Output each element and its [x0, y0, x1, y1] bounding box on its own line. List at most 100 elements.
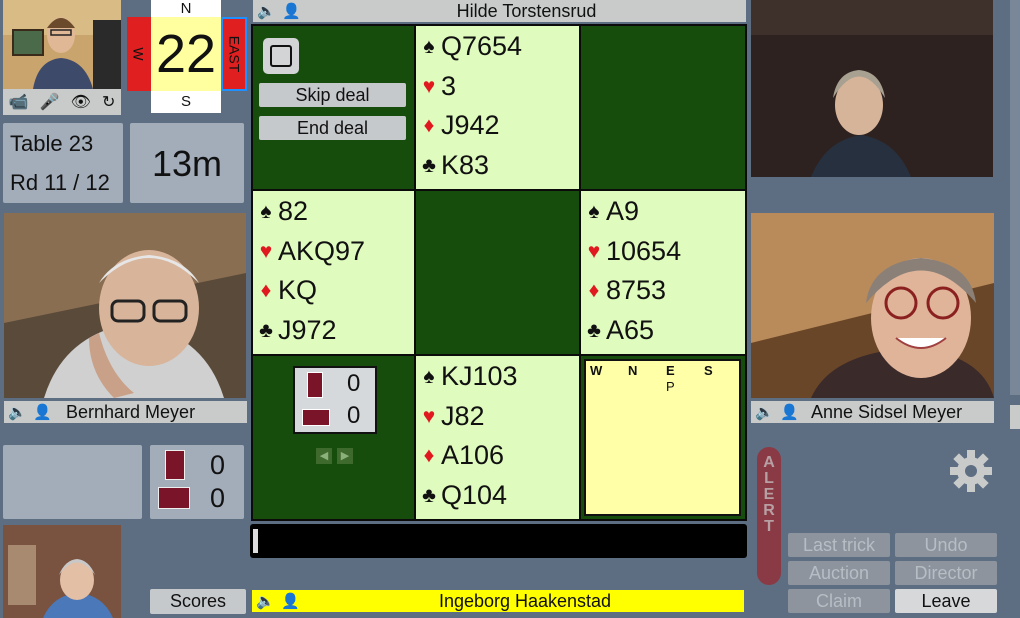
west-diamonds[interactable]: ♦ KQ [256, 271, 414, 311]
next-trick-button[interactable]: ▶ [337, 448, 353, 464]
compass-west: W [127, 17, 151, 91]
alert-label: ALERT [763, 454, 775, 535]
empty-panel [3, 445, 142, 519]
club-icon: ♣ [259, 318, 273, 342]
diamond-icon: ♦ [423, 114, 435, 137]
auction-button[interactable]: Auction [788, 561, 890, 585]
east-hearts[interactable]: ♥ 10654 [584, 232, 745, 272]
trick-count-cell: 0 0 ◀ ▶ [253, 356, 414, 519]
compass-north: N [151, 0, 221, 17]
table-info-panel: Table 23 Rd 11 / 12 [3, 123, 123, 203]
east-player-name: Anne Sidsel Meyer [811, 401, 963, 422]
east-clubs[interactable]: ♣ A65 [584, 311, 745, 351]
speaker-icon[interactable]: 🔈 [8, 403, 30, 421]
heart-icon: ♥ [422, 404, 436, 428]
last-trick-button[interactable]: Last trick [788, 533, 890, 557]
timer: 13m [151, 143, 223, 184]
tricks-ew-count: 0 [210, 483, 226, 513]
leave-button[interactable]: Leave [895, 589, 997, 613]
north-hearts[interactable]: ♥ 3 [419, 67, 579, 107]
camera-icon[interactable]: 📹 [9, 92, 29, 112]
claim-button[interactable]: Claim [788, 589, 890, 613]
heart-icon: ♥ [259, 239, 273, 263]
board-tricks-ew: 0 [347, 402, 361, 429]
table-label: Table 23 [10, 131, 94, 156]
board-tricks-ns: 0 [347, 370, 361, 397]
speaker-icon[interactable]: 🔈 [257, 2, 279, 20]
east-diamonds[interactable]: ♦ 8753 [584, 271, 745, 311]
self-video-image [3, 0, 121, 89]
south-hearts[interactable]: ♥ J82 [419, 397, 579, 437]
timer-panel: 13m [130, 123, 244, 203]
south-player-name: Ingeborg Haakenstad [438, 590, 612, 611]
board-number: 22 [151, 17, 221, 91]
refresh-icon[interactable]: ↻ [102, 92, 115, 112]
alert-button[interactable]: ALERT [757, 447, 781, 585]
tricks-ns-card-icon [307, 372, 323, 398]
bid-header-e: E [666, 363, 675, 378]
add-person-icon[interactable]: 👤 [780, 403, 802, 421]
ne-cell [581, 26, 745, 189]
north-diamonds[interactable]: ♦ J942 [419, 106, 579, 146]
mic-icon[interactable]: 🎤 [40, 92, 60, 112]
north-name-bar: 🔈 👤 Hilde Torstensrud [253, 0, 746, 22]
south-name-bar: 🔈 👤 Ingeborg Haakenstad [252, 590, 744, 612]
compass-south: S [151, 91, 221, 113]
south-clubs[interactable]: ♣ Q104 [419, 476, 579, 516]
compass-east: EAST [221, 17, 247, 91]
prev-trick-button[interactable]: ◀ [316, 448, 332, 464]
right-scroll-thumb[interactable] [1010, 405, 1020, 429]
east-hand: ♠ A9 ♥ 10654 ♦ 8753 ♣ A65 [581, 191, 745, 354]
round-label: Rd 11 / 12 [10, 170, 110, 195]
tricks-ns-count: 0 [210, 450, 226, 480]
skip-deal-button[interactable]: Skip deal [259, 83, 406, 107]
heart-icon: ♥ [587, 239, 601, 263]
eye-icon[interactable]: 👁 [71, 92, 91, 112]
spade-icon: ♠ [260, 200, 272, 223]
south-hand: ♠ KJ103 ♥ J82 ♦ A106 ♣ Q104 [416, 356, 579, 519]
south-spades[interactable]: ♠ KJ103 [419, 357, 579, 397]
chat-input[interactable] [250, 524, 747, 558]
add-person-icon[interactable]: 👤 [33, 403, 55, 421]
compass: N W 22 EAST S [127, 0, 249, 117]
diamond-icon: ♦ [260, 279, 272, 302]
bidding-box: W N E S P [584, 359, 741, 516]
west-name-bar: 🔈 👤 Bernhard Meyer [4, 401, 247, 423]
east-video-image [751, 213, 994, 398]
west-clubs[interactable]: ♣ J972 [256, 311, 414, 351]
club-icon: ♣ [422, 153, 436, 177]
controls-cell: Skip deal End deal [253, 26, 414, 189]
add-person-icon[interactable]: 👤 [281, 592, 303, 610]
west-hearts[interactable]: ♥ AKQ97 [256, 232, 414, 272]
west-spades[interactable]: ♠ 82 [256, 192, 414, 232]
west-video [4, 213, 246, 398]
club-icon: ♣ [422, 483, 436, 507]
bridge-table: Skip deal End deal ♠ Q7654 ♥ 3 ♦ J942 ♣ K83 … [251, 24, 747, 521]
spade-icon: ♠ [423, 365, 435, 388]
tricks-ew-card-icon [158, 487, 190, 509]
south-video-image [3, 525, 121, 618]
right-scrollbar[interactable] [1010, 0, 1020, 395]
north-clubs[interactable]: ♣ K83 [419, 146, 579, 186]
claim-checkbox[interactable] [263, 38, 299, 74]
director-button[interactable]: Director [895, 561, 997, 585]
east-spades[interactable]: ♠ A9 [584, 192, 745, 232]
tricks-ew-card-icon [302, 409, 330, 426]
north-video-image [751, 0, 993, 177]
chat-cursor [253, 529, 258, 553]
end-deal-button[interactable]: End deal [259, 116, 406, 140]
speaker-icon[interactable]: 🔈 [755, 403, 777, 421]
add-person-icon[interactable]: 👤 [282, 2, 304, 20]
speaker-icon[interactable]: 🔈 [256, 592, 278, 610]
club-icon: ♣ [587, 318, 601, 342]
scores-button[interactable]: Scores [150, 589, 246, 614]
undo-button[interactable]: Undo [895, 533, 997, 557]
center-cell [416, 191, 579, 354]
south-video [3, 525, 121, 618]
heart-icon: ♥ [422, 74, 436, 98]
gear-icon[interactable] [948, 448, 994, 494]
bid-header-w: W [590, 363, 603, 378]
south-diamonds[interactable]: ♦ A106 [419, 436, 579, 476]
north-spades[interactable]: ♠ Q7654 [419, 27, 579, 67]
bidding-cell: W N E S P [581, 356, 745, 519]
